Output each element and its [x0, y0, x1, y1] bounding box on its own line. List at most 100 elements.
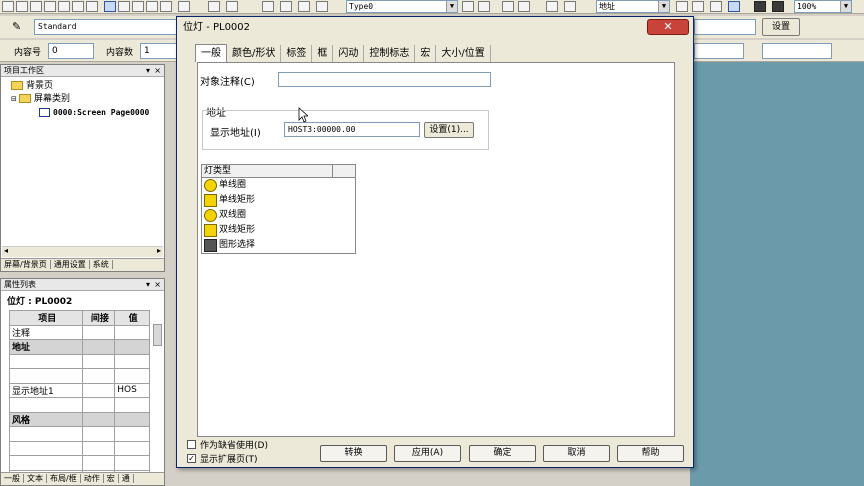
address-combo[interactable]: 地址 ▼: [596, 0, 670, 13]
expand-icon[interactable]: ⊟: [11, 93, 19, 106]
help-button[interactable]: 帮助: [617, 445, 684, 462]
rectangle-tool-icon[interactable]: [208, 1, 220, 12]
toolbar-icon[interactable]: [676, 1, 688, 12]
ok-button[interactable]: 确定: [469, 445, 536, 462]
property-tab[interactable]: 布局/框: [47, 474, 81, 483]
polygon-tool-icon[interactable]: [262, 1, 274, 12]
style-combo[interactable]: Standard: [34, 19, 184, 35]
close-icon[interactable]: ×: [154, 65, 161, 76]
property-row[interactable]: [8, 368, 150, 384]
lamp-type-item[interactable]: 单线圈: [202, 178, 355, 193]
toolbar-icon[interactable]: [2, 1, 14, 12]
tab-common[interactable]: 通用设置: [50, 260, 90, 269]
extended-checkbox[interactable]: ✓: [187, 454, 196, 463]
toolbar-icon[interactable]: [546, 1, 558, 12]
toolbar-icon[interactable]: [502, 1, 514, 12]
toolbar-icon[interactable]: [728, 1, 740, 12]
forward-arrow-icon[interactable]: [478, 1, 490, 12]
pin-icon[interactable]: ▾: [146, 279, 150, 290]
content-field-b[interactable]: [762, 43, 832, 59]
toolbar-icon[interactable]: [754, 1, 766, 12]
property-tab[interactable]: 宏: [103, 474, 119, 483]
type-combo[interactable]: Type0 ▼: [346, 0, 458, 13]
chevron-down-icon[interactable]: ▼: [446, 1, 457, 12]
toolbar-icon[interactable]: [58, 1, 70, 12]
pin-icon[interactable]: ▾: [146, 65, 150, 76]
property-row[interactable]: [8, 397, 150, 413]
property-row[interactable]: [8, 455, 150, 471]
property-row[interactable]: 注释: [8, 324, 150, 340]
tab-3[interactable]: 框: [312, 45, 334, 63]
lamp-type-item[interactable]: 双线圈: [202, 208, 355, 223]
property-tab[interactable]: 通: [118, 474, 134, 483]
content-field-a[interactable]: [694, 43, 744, 59]
apply-button[interactable]: 应用(A): [394, 445, 461, 462]
toolbar-icon[interactable]: [160, 1, 172, 12]
tab-5[interactable]: 控制标志: [364, 45, 416, 63]
pointer-tool-icon[interactable]: [104, 1, 116, 12]
horizontal-scrollbar[interactable]: ◂ ▸: [2, 246, 163, 257]
tree-item-background[interactable]: 背景页: [11, 80, 53, 93]
cancel-button[interactable]: 取消: [543, 445, 610, 462]
property-tab[interactable]: 一般: [1, 474, 24, 483]
convert-button[interactable]: 转换: [320, 445, 387, 462]
style-field-extra[interactable]: [694, 19, 756, 35]
toolbar-icon[interactable]: [564, 1, 576, 12]
toolbar-icon[interactable]: [118, 1, 130, 12]
chevron-down-icon[interactable]: ▼: [658, 1, 669, 12]
property-row[interactable]: [8, 353, 150, 369]
comment-field[interactable]: [278, 72, 491, 87]
property-row[interactable]: 显示地址1 HOS: [8, 382, 150, 398]
scroll-right-icon[interactable]: ▸: [157, 246, 161, 255]
property-tab[interactable]: 动作: [80, 474, 104, 483]
back-arrow-icon[interactable]: [462, 1, 474, 12]
toolbar-icon[interactable]: [772, 1, 784, 12]
toolbar-icon[interactable]: [86, 1, 98, 12]
toolbar-icon[interactable]: [280, 1, 292, 12]
tab-7[interactable]: 大小/位置: [436, 45, 491, 63]
property-row[interactable]: 地址: [8, 339, 150, 355]
content-count-field[interactable]: 1: [140, 43, 180, 59]
circle-tool-icon[interactable]: [226, 1, 238, 12]
toolbar-icon[interactable]: [710, 1, 722, 12]
toolbar-icon[interactable]: [518, 1, 530, 12]
toolbar-icon[interactable]: [132, 1, 144, 12]
toolbar-icon[interactable]: [316, 1, 328, 12]
chevron-down-icon[interactable]: ▼: [840, 1, 851, 12]
toolbar-icon[interactable]: [692, 1, 704, 12]
tree-item-screens[interactable]: ⊟ 屏幕类别: [11, 93, 70, 106]
toolbar-icon[interactable]: [30, 1, 42, 12]
lamp-type-item[interactable]: 双线矩形: [202, 223, 355, 238]
pen-icon[interactable]: ✎: [12, 20, 21, 33]
property-row[interactable]: [8, 426, 150, 442]
screen-canvas[interactable]: [690, 62, 864, 486]
lamp-type-item[interactable]: 单线矩形: [202, 193, 355, 208]
scroll-left-icon[interactable]: ◂: [4, 246, 8, 255]
display-address-field[interactable]: HOST3:00000.00: [284, 122, 420, 137]
tab-system[interactable]: 系统: [89, 260, 113, 269]
tab-2[interactable]: 标签: [281, 45, 313, 63]
toolbar-icon[interactable]: [298, 1, 310, 12]
tab-0[interactable]: 一般: [195, 44, 227, 62]
close-icon[interactable]: ×: [154, 279, 161, 290]
address-settings-button[interactable]: 设置(1)...: [424, 122, 474, 138]
property-row[interactable]: [8, 440, 150, 456]
zoom-combo[interactable]: 100% ▼: [794, 0, 852, 13]
toolbar-icon[interactable]: [16, 1, 28, 12]
vertical-scrollbar[interactable]: [153, 324, 162, 346]
tree-item-screen-page[interactable]: 0000:Screen Page0000: [39, 106, 149, 119]
property-row[interactable]: 风格: [8, 411, 150, 427]
lamp-type-item[interactable]: 图形选择: [202, 238, 355, 253]
tab-screens[interactable]: 屏幕/背景页: [1, 260, 51, 269]
toolbar-icon[interactable]: [44, 1, 56, 12]
close-button[interactable]: ✕: [647, 19, 689, 35]
property-tab[interactable]: 文本: [24, 474, 47, 483]
default-checkbox[interactable]: [187, 440, 196, 449]
toolbar-icon[interactable]: [178, 1, 190, 12]
toolbar-icon[interactable]: [72, 1, 84, 12]
content-no-stepper[interactable]: 0: [48, 43, 94, 59]
toolbar-icon[interactable]: [146, 1, 158, 12]
tab-1[interactable]: 颜色/形状: [227, 45, 282, 63]
settings-button[interactable]: 设置: [762, 18, 800, 36]
tab-6[interactable]: 宏: [415, 45, 437, 63]
